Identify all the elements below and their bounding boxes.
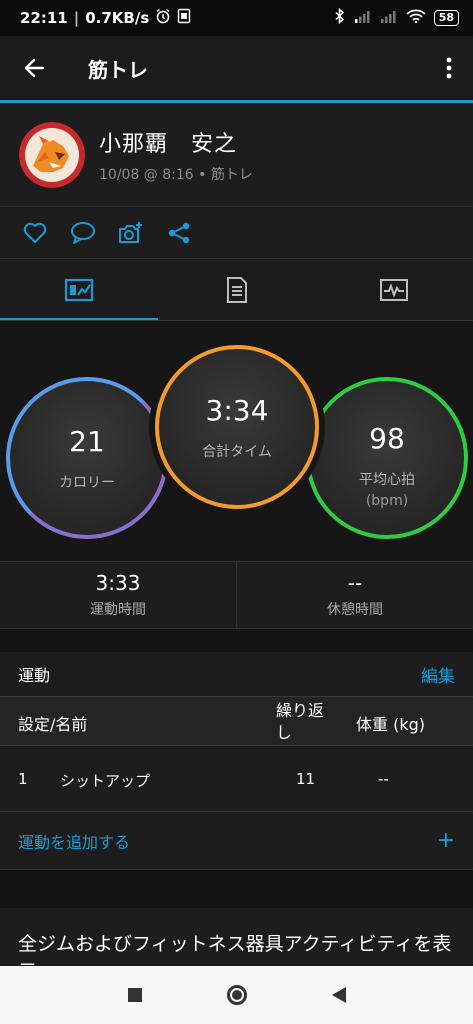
alarm-icon: [155, 8, 171, 28]
action-bar: [0, 206, 473, 258]
tab-summary[interactable]: [0, 259, 158, 321]
rest-time-value: --: [347, 571, 363, 595]
total-time-label: 合計タイム: [202, 443, 272, 460]
exercises-title: 運動: [18, 666, 51, 685]
stats-panel: 21 カロリー 98 平均心拍 (bpm) 3:34 合計タイム: [0, 321, 473, 561]
row-weight: --: [378, 770, 389, 788]
back-nav-button[interactable]: [324, 980, 354, 1010]
bluetooth-icon: [334, 7, 346, 28]
signal-icon: [354, 9, 372, 27]
activity-meta: 10/08 @ 8:16 • 筋トレ: [99, 166, 253, 183]
avg-heart-rate-stat: 98 平均心拍 (bpm): [306, 377, 468, 539]
total-time-stat: 3:34 合計タイム: [155, 345, 319, 509]
tab-heart-rate[interactable]: [315, 259, 473, 321]
row-set: 1: [18, 770, 28, 788]
column-reps: 繰り返し: [276, 701, 325, 742]
like-icon: [23, 222, 47, 243]
back-button[interactable]: [0, 36, 68, 100]
total-time-value: 3:34: [205, 393, 269, 427]
row-reps: 11: [296, 770, 316, 788]
active-time-label: 運動時間: [90, 602, 146, 618]
add-exercise-button[interactable]: 運動を追加する +: [0, 812, 473, 870]
rest-time-label: 休憩時間: [327, 602, 383, 618]
page-title: 筋トレ: [88, 57, 148, 82]
column-set-name: 設定/名前: [18, 715, 88, 734]
calories-label: カロリー: [59, 474, 115, 491]
back-arrow-icon: [24, 58, 45, 78]
share-icon: [168, 222, 190, 243]
app-bar: 筋トレ: [0, 36, 473, 100]
summary-chart-icon: [64, 278, 93, 302]
status-bar: 22:11 | 0.7KB/s 58: [0, 0, 473, 36]
home-button[interactable]: [222, 980, 252, 1010]
battery-icon: 58: [433, 10, 459, 26]
circle-icon: [226, 985, 247, 1005]
share-button[interactable]: [166, 220, 192, 246]
table-row[interactable]: 1 シットアップ 11 --: [0, 746, 473, 812]
edit-button[interactable]: 編集: [421, 662, 455, 687]
more-options-button[interactable]: [425, 36, 473, 100]
signal-icon-2: [380, 9, 398, 27]
gym-activities-label: 全ジムおよびフィットネス器具アクティビティを表示: [18, 933, 452, 966]
user-name: 小那覇 安之: [99, 131, 238, 157]
add-photo-button[interactable]: [118, 220, 144, 246]
triangle-back-icon: [331, 987, 346, 1003]
status-speed: 0.7KB/s: [85, 9, 150, 27]
details-icon: [226, 277, 247, 303]
add-photo-icon: [119, 221, 142, 243]
exercise-table-header: 設定/名前 繰り返し 体重 (kg): [0, 696, 473, 746]
gym-activities-link[interactable]: 全ジムおよびフィットネス器具アクティビティを表示: [0, 908, 473, 966]
avg-hr-unit: (bpm): [365, 492, 409, 509]
exercises-header: 運動 編集: [0, 652, 473, 696]
like-button[interactable]: [22, 220, 48, 246]
active-time-value: 3:33: [95, 571, 141, 595]
square-icon: [127, 988, 142, 1002]
more-vert-icon: [446, 57, 452, 79]
add-exercise-label: 運動を追加する: [18, 832, 131, 852]
wifi-icon: [406, 9, 426, 27]
avatar[interactable]: [19, 121, 85, 188]
comment-icon: [71, 221, 95, 244]
active-time: 3:33 運動時間: [0, 562, 236, 628]
plus-icon: +: [436, 828, 455, 853]
recent-apps-button[interactable]: [120, 980, 150, 1010]
time-breakdown: 3:33 運動時間 -- 休憩時間: [0, 561, 473, 629]
row-exercise-name: シットアップ: [60, 772, 151, 790]
sim-icon: [177, 8, 191, 28]
calories-stat: 21 カロリー: [6, 377, 168, 539]
column-weight: 体重 (kg): [356, 715, 425, 734]
calories-value: 21: [69, 424, 105, 458]
tab-details[interactable]: [158, 259, 316, 321]
avg-hr-label: 平均心拍: [359, 471, 415, 488]
activity-header: 小那覇 安之 10/08 @ 8:16 • 筋トレ: [0, 103, 473, 206]
heart-rate-chart-icon: [380, 279, 409, 301]
system-nav-bar: [0, 966, 473, 1024]
avg-hr-value: 98: [369, 421, 405, 455]
status-time: 22:11: [20, 9, 68, 27]
tab-bar: [0, 258, 473, 321]
comment-button[interactable]: [70, 220, 96, 246]
rest-time: -- 休憩時間: [236, 562, 473, 628]
